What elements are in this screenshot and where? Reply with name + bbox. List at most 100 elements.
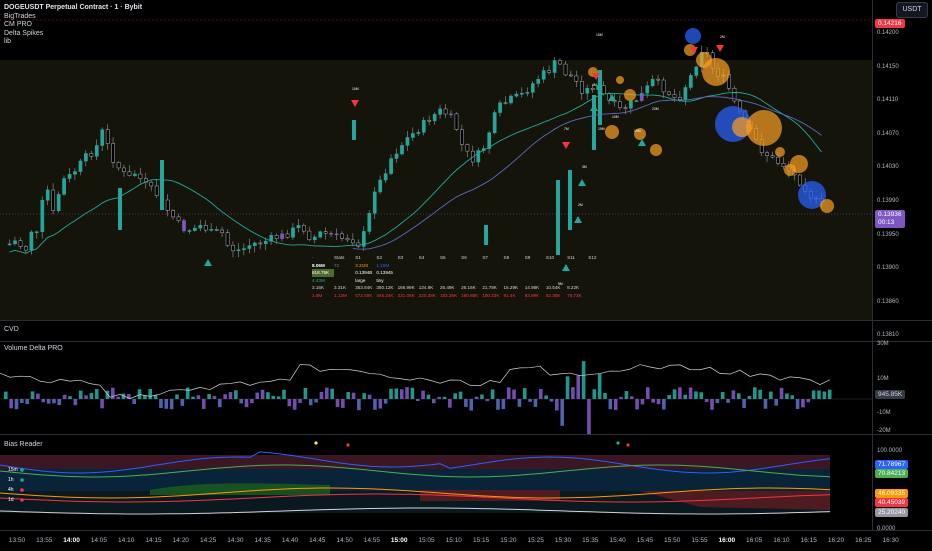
delta-bar: [212, 396, 217, 399]
price-chart-pane[interactable]: 10M 7M 3M 19M 4M 2M 15M 2M 10M 5M 19M 20M DOGEUSDT …: [0, 0, 928, 320]
delta-bar: [298, 399, 302, 403]
candle-body: [182, 220, 186, 232]
candle-body: [498, 102, 502, 113]
bias-reader-pane[interactable]: Bias Reader 15m 1h 4h 1d: [0, 435, 872, 530]
candle-body: [400, 145, 404, 155]
price-axis[interactable]: 0.14200 0.14150 0.14110 0.14070 0.14030 0.139…: [872, 0, 932, 338]
time-tick: 15:35: [582, 537, 599, 544]
delta-bar: [41, 399, 46, 403]
stats-value: 446.24K: [376, 292, 394, 298]
big-candle: [556, 180, 560, 255]
delta-bar: [14, 399, 19, 410]
time-tick: 14:45: [309, 537, 326, 544]
candle-body: [618, 101, 622, 108]
cvd-title[interactable]: CVD: [4, 326, 19, 333]
candle-body: [661, 79, 666, 93]
volume-delta-canvas[interactable]: [0, 342, 872, 434]
candle-body: [536, 79, 541, 84]
cvd-pane[interactable]: CVD: [0, 321, 872, 341]
trade-bubble: [784, 164, 796, 176]
delta-bar: [565, 376, 570, 399]
delta-bar: [512, 389, 516, 399]
delta-bar: [405, 387, 409, 399]
delta-bar: [490, 389, 495, 399]
volume-delta-pane[interactable]: Volume Delta PRO: [0, 342, 872, 434]
bias-reader-axis[interactable]: 100.0000 0.0000 71.78967 70.84213 46.093…: [872, 435, 932, 532]
price-tick: 0.13860: [877, 298, 899, 305]
time-tick: 13:50: [8, 537, 26, 544]
time-tick: 15:55: [691, 537, 708, 544]
stats-header: S12: [588, 255, 597, 260]
volume-delta-title[interactable]: Volume Delta PRO: [4, 345, 63, 352]
candle-body: [683, 87, 688, 100]
delta-bar: [271, 395, 276, 399]
delta-bar: [560, 399, 564, 426]
candle-body: [258, 242, 263, 245]
delta-bar: [699, 392, 704, 399]
candle-body: [520, 92, 524, 95]
bias-reader-canvas[interactable]: [0, 435, 872, 530]
candle-label: 4M: [592, 83, 597, 87]
candle-body: [656, 78, 660, 81]
candle-body: [389, 158, 393, 174]
delta-bar: [137, 389, 142, 399]
time-tick: 15:45: [636, 537, 654, 544]
delta-bar: [20, 399, 24, 404]
candle-label: 2M: [578, 203, 583, 207]
delta-bar: [421, 390, 425, 399]
candle-body: [454, 113, 459, 130]
candle-body: [127, 171, 132, 176]
stats-count: 72: [334, 262, 340, 268]
candle-label: 19M: [598, 127, 605, 131]
indicator-bigtrades[interactable]: BigTrades: [4, 13, 142, 22]
delta-bar: [827, 389, 832, 399]
stats-value: 26.49K: [439, 285, 455, 291]
stats-value: 15.29K: [503, 285, 519, 291]
candle-body: [421, 119, 426, 133]
candle-body: [89, 153, 94, 157]
candle-body: [296, 225, 301, 229]
trade-bubble: [605, 125, 619, 139]
symbol-title[interactable]: DOGEUSDT Perpetual Contract · 1 · Bybit: [4, 4, 142, 13]
delta-bar: [415, 399, 420, 402]
delta-bar: [207, 394, 211, 399]
delta-bar: [36, 393, 40, 399]
stats-header: S8: [503, 255, 510, 260]
indicator-cm-pro[interactable]: CM PRO: [4, 21, 142, 30]
bias-reader-title[interactable]: Bias Reader: [4, 441, 43, 448]
candle-body: [45, 189, 50, 201]
big-candle: [118, 188, 122, 230]
delta-bar: [651, 399, 655, 403]
candle-body: [231, 244, 235, 252]
delta-bar: [73, 399, 78, 406]
cvd-axis[interactable]: [872, 321, 932, 341]
candle-body: [236, 249, 241, 252]
delta-bar: [255, 392, 260, 399]
time-tick: 14:55: [363, 537, 381, 544]
delta-bar: [656, 399, 661, 405]
time-tick: 16:20: [827, 537, 845, 544]
candle-body: [372, 191, 377, 214]
time-axis[interactable]: 13:50 13:55 14:00 14:05 14:10 14:15 14:20 14:25…: [0, 530, 932, 551]
delta-bar: [555, 399, 559, 411]
candle-body: [580, 81, 584, 94]
candle-body: [274, 235, 279, 239]
time-tick: 14:25: [199, 537, 217, 544]
delta-bar: [250, 399, 254, 404]
candle-body: [329, 233, 333, 235]
delta-bar: [292, 399, 297, 410]
indicator-lib[interactable]: lib: [4, 38, 142, 47]
delta-bar: [143, 395, 147, 399]
candle-body: [574, 75, 579, 82]
stats-header: S7: [482, 255, 488, 260]
delta-bar: [571, 387, 575, 399]
delta-bar: [662, 399, 666, 410]
delta-bar: [742, 399, 746, 409]
trade-bubble: [696, 52, 712, 68]
stats-value: 3.31K: [334, 285, 347, 291]
candle-label: 7M: [564, 127, 569, 131]
candle-label: 10M: [612, 115, 619, 119]
volume-delta-axis[interactable]: 30M 10M -10M -20M 945.85K: [872, 341, 932, 434]
indicator-delta-spikes[interactable]: Delta Spikes: [4, 30, 142, 39]
vd-tick: -10M: [877, 410, 891, 416]
